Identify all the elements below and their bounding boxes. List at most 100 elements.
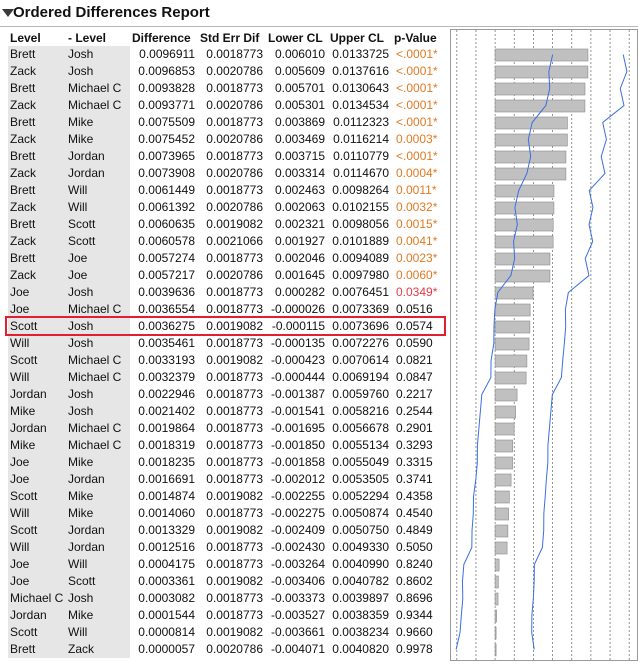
row-minus-level: Joe xyxy=(66,267,130,284)
table-row[interactable]: Will Jordan 0.0012516 0.0018773 -0.002430 0.0… xyxy=(8,539,450,556)
table-row[interactable]: Scott Josh 0.0036275 0.0019082 -0.000115 0.00… xyxy=(8,318,450,335)
row-lower-cl: -0.001387 xyxy=(270,387,325,401)
table-row[interactable]: Michael C Josh 0.0003082 0.0018773 -0.003373… xyxy=(8,590,450,607)
row-std-err-dif: 0.0018773 xyxy=(206,421,263,435)
row-minus-level: Mike xyxy=(66,114,130,131)
row-lower-cl: -0.003406 xyxy=(270,574,325,588)
row-minus-level: Michael C xyxy=(66,420,130,437)
row-std-err-dif: 0.0020786 xyxy=(206,132,263,146)
title-divider xyxy=(0,26,638,27)
row-p-value: 0.9660 xyxy=(396,625,433,639)
table-row[interactable]: Brett Joe 0.0057274 0.0018773 0.002046 0.0094… xyxy=(8,250,450,267)
table-row[interactable]: Jordan Mike 0.0001544 0.0018773 -0.003527 0.0… xyxy=(8,607,450,624)
row-upper-cl: 0.0112323 xyxy=(333,115,389,129)
row-difference: 0.0073965 xyxy=(138,149,195,163)
row-minus-level: Michael C xyxy=(66,352,130,369)
difference-bar xyxy=(494,507,509,521)
row-p-value: 0.0041* xyxy=(396,234,438,248)
table-row[interactable]: Zack Michael C 0.0093771 0.0020786 0.005301 0… xyxy=(8,97,450,114)
row-minus-level: Josh xyxy=(66,284,130,301)
col-header-std-err-dif[interactable]: Std Err Dif xyxy=(198,29,266,46)
table-row[interactable]: Brett Mike 0.0075509 0.0018773 0.003869 0.011… xyxy=(8,114,450,131)
row-minus-level: Mike xyxy=(66,488,130,505)
row-lower-cl: 0.006010 xyxy=(274,47,325,61)
col-header-level[interactable]: Level xyxy=(8,29,66,46)
row-minus-level: Josh xyxy=(66,63,130,80)
difference-bar xyxy=(494,133,568,147)
row-level: Zack xyxy=(8,233,66,250)
table-row[interactable]: Zack Jordan 0.0073908 0.0020786 0.003314 0.01… xyxy=(8,165,450,182)
row-level: Will xyxy=(8,505,66,522)
table-row[interactable]: Zack Mike 0.0075452 0.0020786 0.003469 0.0116… xyxy=(8,131,450,148)
table-row[interactable]: Brett Michael C 0.0093828 0.0018773 0.005701… xyxy=(8,80,450,97)
row-upper-cl: 0.0053505 xyxy=(332,472,389,486)
col-header-minus-level[interactable]: - Level xyxy=(66,29,130,46)
row-upper-cl: 0.0040990 xyxy=(332,557,389,571)
row-difference: 0.0016691 xyxy=(138,472,195,486)
row-p-value: 0.0349* xyxy=(396,285,438,299)
row-minus-level: Michael C xyxy=(66,301,130,318)
difference-bar xyxy=(494,371,527,385)
difference-bar xyxy=(494,592,499,606)
table-row[interactable]: Mike Josh 0.0021402 0.0018773 -0.001541 0.005… xyxy=(8,403,450,420)
row-level: Joe xyxy=(8,284,66,301)
row-lower-cl: -0.001850 xyxy=(270,438,325,452)
table-row[interactable]: Joe Jordan 0.0016691 0.0018773 -0.002012 0.00… xyxy=(8,471,450,488)
table-row[interactable]: Zack Joe 0.0057217 0.0020786 0.001645 0.00979… xyxy=(8,267,450,284)
col-header-lower-cl[interactable]: Lower CL xyxy=(266,29,328,46)
row-p-value: <.0001* xyxy=(396,149,438,163)
table-row[interactable]: Brett Zack 0.0000057 0.0020786 -0.004071 0.00… xyxy=(8,641,450,658)
row-difference: 0.0061449 xyxy=(138,183,195,197)
table-row[interactable]: Joe Michael C 0.0036554 0.0018773 -0.000026 0… xyxy=(8,301,450,318)
ordered-differences-chart xyxy=(450,29,638,661)
table-row[interactable]: Scott Michael C 0.0033193 0.0019082 -0.00042… xyxy=(8,352,450,369)
row-std-err-dif: 0.0019082 xyxy=(206,319,263,333)
row-p-value: 0.3315 xyxy=(396,455,433,469)
row-lower-cl: 0.003715 xyxy=(274,149,325,163)
table-row[interactable]: Scott Will 0.0000814 0.0019082 -0.003661 0.00… xyxy=(8,624,450,641)
row-upper-cl: 0.0049330 xyxy=(332,540,389,554)
table-row[interactable]: Zack Scott 0.0060578 0.0021066 0.001927 0.010… xyxy=(8,233,450,250)
table-row[interactable]: Zack Josh 0.0096853 0.0020786 0.005609 0.0137… xyxy=(8,63,450,80)
table-row[interactable]: Will Michael C 0.0032379 0.0018773 -0.000444… xyxy=(8,369,450,386)
row-difference: 0.0035461 xyxy=(138,336,195,350)
table-row[interactable]: Joe Will 0.0004175 0.0018773 -0.003264 0.0040… xyxy=(8,556,450,573)
row-level: Zack xyxy=(8,267,66,284)
table-row[interactable]: Joe Josh 0.0039636 0.0018773 0.000282 0.00764… xyxy=(8,284,450,301)
row-level: Scott xyxy=(8,624,66,641)
table-row[interactable]: Will Josh 0.0035461 0.0018773 -0.000135 0.007… xyxy=(8,335,450,352)
row-p-value: <.0001* xyxy=(396,47,438,61)
row-std-err-dif: 0.0018773 xyxy=(206,370,263,384)
table-row[interactable]: Jordan Josh 0.0022946 0.0018773 -0.001387 0.0… xyxy=(8,386,450,403)
col-header-difference[interactable]: Difference xyxy=(130,29,198,46)
row-std-err-dif: 0.0018773 xyxy=(206,285,263,299)
table-row[interactable]: Zack Will 0.0061392 0.0020786 0.002063 0.0102… xyxy=(8,199,450,216)
col-header-p-value[interactable]: p-Value xyxy=(392,29,450,46)
table-row[interactable]: Brett Scott 0.0060635 0.0019082 0.002321 0.00… xyxy=(8,216,450,233)
row-lower-cl: -0.003373 xyxy=(270,591,325,605)
report-title: Ordered Differences Report xyxy=(13,4,210,21)
col-header-upper-cl[interactable]: Upper CL xyxy=(328,29,392,46)
row-p-value: 0.8602 xyxy=(396,574,433,588)
table-row[interactable]: Brett Jordan 0.0073965 0.0018773 0.003715 0.0… xyxy=(8,148,450,165)
row-level: Zack xyxy=(8,131,66,148)
row-std-err-dif: 0.0018773 xyxy=(206,81,263,95)
table-row[interactable]: Joe Mike 0.0018235 0.0018773 -0.001858 0.0055… xyxy=(8,454,450,471)
row-level: Joe xyxy=(8,573,66,590)
table-row[interactable]: Mike Michael C 0.0018319 0.0018773 -0.001850… xyxy=(8,437,450,454)
table-row[interactable]: Brett Josh 0.0096911 0.0018773 0.006010 0.013… xyxy=(8,46,450,63)
table-row[interactable]: Jordan Michael C 0.0019864 0.0018773 -0.0016… xyxy=(8,420,450,437)
difference-bar xyxy=(494,541,508,555)
row-level: Joe xyxy=(8,454,66,471)
table-row[interactable]: Joe Scott 0.0003361 0.0019082 -0.003406 0.004… xyxy=(8,573,450,590)
table-row[interactable]: Scott Mike 0.0014874 0.0019082 -0.002255 0.00… xyxy=(8,488,450,505)
table-row[interactable]: Will Mike 0.0014060 0.0018773 -0.002275 0.005… xyxy=(8,505,450,522)
row-std-err-dif: 0.0021066 xyxy=(206,234,263,248)
row-lower-cl: -0.000423 xyxy=(270,353,325,367)
table-row[interactable]: Brett Will 0.0061449 0.0018773 0.002463 0.009… xyxy=(8,182,450,199)
row-difference: 0.0036275 xyxy=(138,319,195,333)
row-difference: 0.0075452 xyxy=(138,132,195,146)
row-level: Scott xyxy=(8,352,66,369)
table-row[interactable]: Scott Jordan 0.0013329 0.0019082 -0.002409 0.… xyxy=(8,522,450,539)
row-upper-cl: 0.0038359 xyxy=(332,608,389,622)
